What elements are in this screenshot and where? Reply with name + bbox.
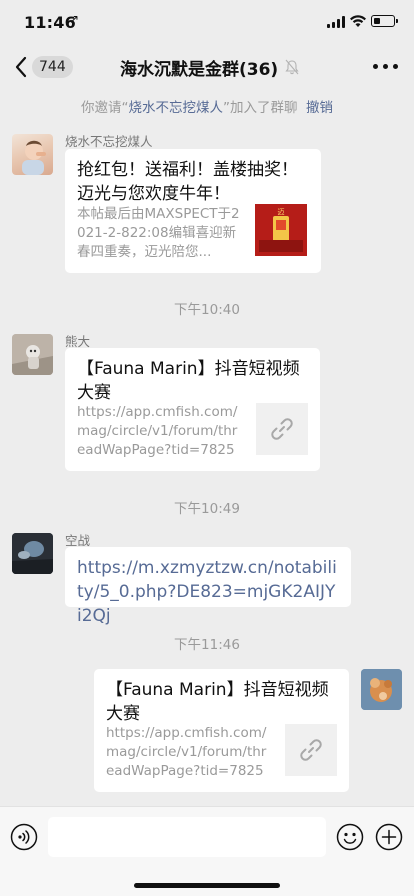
status-bar: 11:46 ↗ xyxy=(0,0,414,46)
card-thumbnail: 迈 xyxy=(255,204,307,256)
thumb-mark: 迈 xyxy=(278,208,285,216)
message-input[interactable] xyxy=(48,817,326,857)
card-title-line: 抢红包！送福利！盖楼抽奖！ xyxy=(77,160,298,180)
link-thumbnail xyxy=(256,403,308,455)
shared-link-card[interactable]: 【Fauna Marin】抖音短视频 大赛 https://app.cmfish… xyxy=(94,669,349,792)
card-title: 【Fauna Marin】抖音短视频 大赛 xyxy=(106,678,340,726)
system-notice: 你邀请“烧水不忘挖煤人”加入了群聊 撤销 xyxy=(0,96,414,116)
avatar[interactable] xyxy=(12,533,53,574)
my-avatar[interactable] xyxy=(361,669,402,710)
chat-title[interactable]: 海水沉默是金群(36) xyxy=(120,55,300,80)
notice-prefix: 你邀请“ xyxy=(80,100,129,116)
location-arrow-icon: ↗ xyxy=(69,12,80,26)
back-icon[interactable] xyxy=(13,54,31,80)
timestamp: 下午11:46 xyxy=(174,637,240,653)
unread-count-badge[interactable]: 744 xyxy=(32,56,73,78)
plus-icon[interactable] xyxy=(375,823,403,851)
card-title-line: 大赛 xyxy=(106,704,140,724)
link-message-bubble[interactable]: https://m.xzmyztzw.cn/notability/5_0.php… xyxy=(65,547,351,626)
input-bar xyxy=(0,806,414,896)
wifi-icon xyxy=(350,15,366,27)
shared-post-card[interactable]: 抢红包！送福利！盖楼抽奖！ 迈光与您欢度牛年！ 本帖最后由MAXSPECT于20… xyxy=(65,149,321,273)
card-description: https://app.cmfish.com/mag/circle/v1/for… xyxy=(106,725,267,779)
notice-suffix: ”加入了群聊 xyxy=(222,100,298,116)
avatar[interactable] xyxy=(12,334,53,375)
card-description: https://app.cmfish.com/mag/circle/v1/for… xyxy=(77,404,238,458)
chat-header: 744 海水沉默是金群(36) xyxy=(0,46,414,88)
link-icon xyxy=(300,739,322,761)
sender-name: 烧水不忘挖煤人 xyxy=(65,134,153,149)
shared-link-card[interactable]: 【Fauna Marin】抖音短视频 大赛 https://app.cmfish… xyxy=(65,348,320,471)
card-title-line: 【Fauna Marin】抖音短视频 xyxy=(77,359,300,379)
more-icon[interactable] xyxy=(373,64,399,70)
link-icon xyxy=(271,418,293,440)
revoke-link[interactable]: 撤销 xyxy=(306,100,333,116)
card-title: 抢红包！送福利！盖楼抽奖！ 迈光与您欢度牛年！ xyxy=(77,158,313,206)
battery-icon xyxy=(371,15,398,27)
home-indicator xyxy=(134,883,280,888)
avatar[interactable] xyxy=(12,134,53,175)
emoji-icon[interactable] xyxy=(336,823,364,851)
card-title: 【Fauna Marin】抖音短视频 大赛 xyxy=(77,357,311,405)
timestamp: 下午10:40 xyxy=(174,302,240,318)
card-description: 本帖最后由MAXSPECT于2021-2-822:08编辑喜迎新春四重奏，迈光陪… xyxy=(77,206,240,260)
cellular-signal-icon xyxy=(327,16,345,28)
card-title-line: 【Fauna Marin】抖音短视频 xyxy=(106,680,329,700)
card-title-line: 迈光与您欢度牛年！ xyxy=(77,184,230,204)
voice-icon[interactable] xyxy=(10,823,38,851)
timestamp: 下午10:49 xyxy=(174,501,240,517)
card-title-line: 大赛 xyxy=(77,383,111,403)
invitee-name-link[interactable]: 烧水不忘挖煤人 xyxy=(128,100,223,116)
link-thumbnail xyxy=(285,724,337,776)
mute-bell-icon xyxy=(285,59,299,75)
